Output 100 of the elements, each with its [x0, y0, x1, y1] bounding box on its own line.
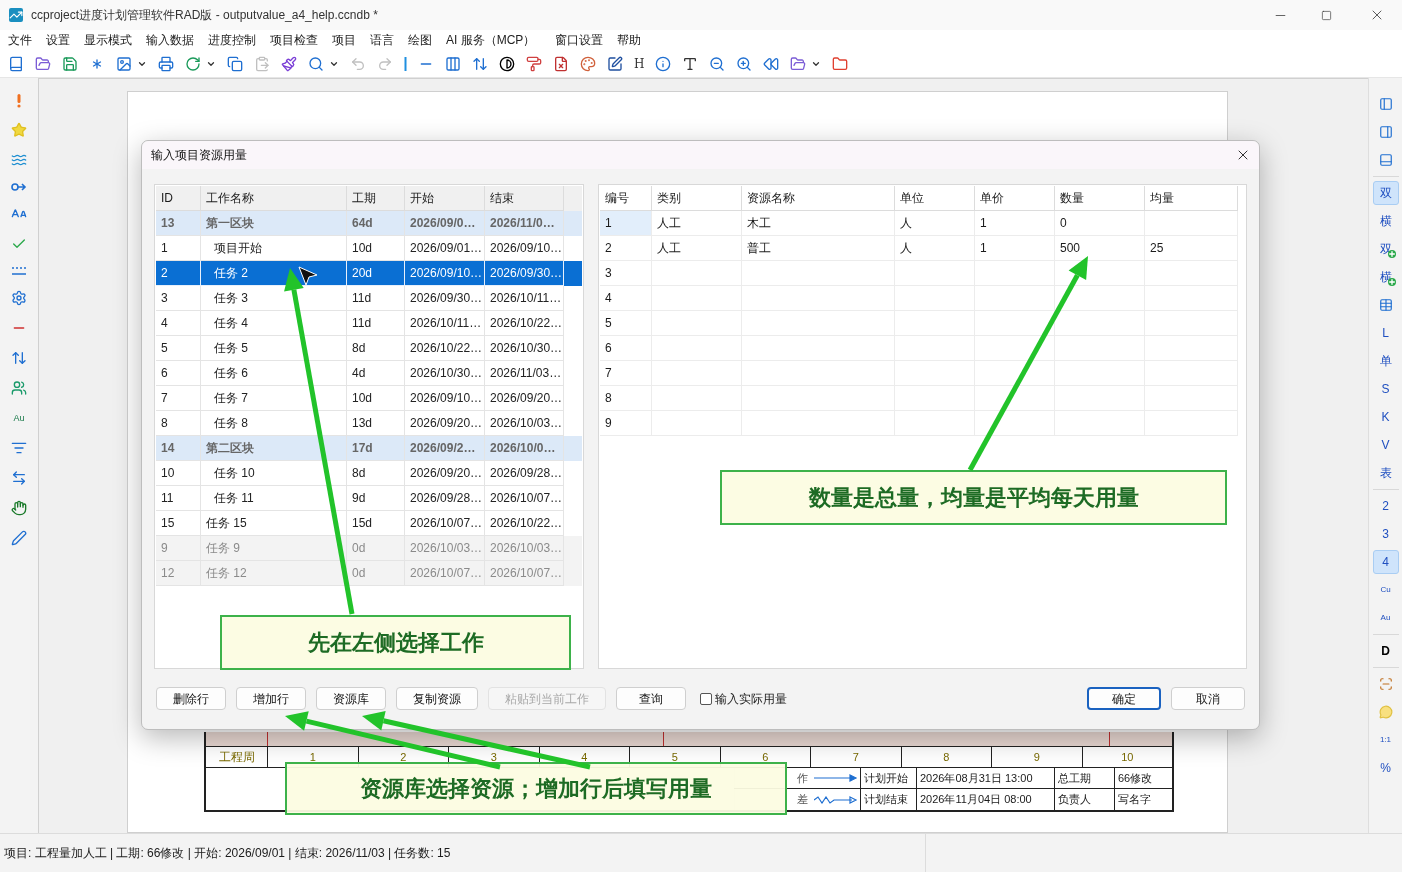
text-style-icon[interactable]: [682, 56, 699, 72]
caret-icon[interactable]: [206, 59, 216, 69]
table-cell[interactable]: 0: [1055, 211, 1145, 236]
table-cell[interactable]: 1: [975, 236, 1055, 261]
hand-icon[interactable]: [11, 500, 27, 516]
circle-arrow-icon[interactable]: [11, 182, 27, 192]
view-tool[interactable]: 2: [1372, 494, 1399, 518]
table-cell[interactable]: 3: [600, 261, 652, 286]
view-tool[interactable]: V: [1372, 433, 1399, 457]
table-cell[interactable]: 木工: [742, 211, 895, 236]
folder-icon[interactable]: [832, 56, 849, 72]
table-cell[interactable]: 1: [975, 211, 1055, 236]
users-icon[interactable]: [11, 380, 27, 396]
dialog-button[interactable]: 增加行: [236, 687, 306, 710]
copy-icon[interactable]: [227, 56, 243, 72]
zoom-out-icon[interactable]: [709, 56, 726, 72]
actual-usage-checkbox[interactable]: 输入实际用量: [700, 689, 787, 708]
panel-right-icon[interactable]: [1378, 125, 1393, 139]
speech-bubble-icon[interactable]: [1378, 705, 1393, 719]
table-cell[interactable]: 8: [600, 386, 652, 411]
frame-icon[interactable]: [1378, 677, 1393, 691]
menu-item[interactable]: 设置: [46, 31, 70, 49]
table-cell[interactable]: 5: [600, 311, 652, 336]
waves-icon[interactable]: [11, 152, 27, 168]
view-tool[interactable]: Au: [1372, 606, 1399, 630]
rewind-icon[interactable]: [763, 56, 780, 72]
folder-icon[interactable]: [790, 56, 807, 72]
view-tool[interactable]: 横: [1372, 209, 1399, 233]
table-cell[interactable]: [1055, 311, 1145, 336]
column-header[interactable]: 资源名称: [742, 186, 895, 211]
menu-item[interactable]: 项目: [332, 31, 356, 49]
pen-icon[interactable]: [11, 530, 27, 546]
table-cell[interactable]: [975, 286, 1055, 311]
table-cell[interactable]: [975, 411, 1055, 436]
filter-icon[interactable]: [11, 440, 27, 456]
view-tool[interactable]: 3: [1372, 522, 1399, 546]
table-cell[interactable]: 25: [1145, 236, 1238, 261]
task-row[interactable]: 14 第二区块 17d 2026/09/2… 2026/10/0…: [156, 436, 582, 461]
table-cell[interactable]: 6: [600, 336, 652, 361]
menu-item[interactable]: 文件: [8, 31, 32, 49]
table-cell[interactable]: 1: [600, 211, 652, 236]
printer-icon[interactable]: [158, 56, 174, 72]
menu-item[interactable]: 输入数据: [146, 31, 194, 49]
view-tool[interactable]: 单: [1372, 349, 1399, 373]
folder-icon[interactable]: [35, 56, 51, 72]
sort-icon[interactable]: [472, 56, 488, 72]
paint-roller-icon[interactable]: [526, 56, 542, 72]
edit-icon[interactable]: [607, 56, 623, 72]
vertical-line-icon[interactable]: [404, 57, 407, 71]
table-cell[interactable]: 人工: [652, 236, 742, 261]
save-icon[interactable]: [62, 56, 78, 72]
view-tool[interactable]: Cu: [1372, 578, 1399, 602]
settings-icon[interactable]: [11, 290, 27, 306]
view-tool[interactable]: %: [1372, 756, 1399, 780]
caret-icon[interactable]: [329, 59, 339, 69]
view-tool[interactable]: D: [1372, 639, 1399, 663]
table-cell[interactable]: 7: [600, 361, 652, 386]
column-header[interactable]: 类别: [652, 186, 742, 211]
table-cell[interactable]: [975, 336, 1055, 361]
columns-icon[interactable]: [445, 56, 461, 72]
menu-item[interactable]: 项目检查: [270, 31, 318, 49]
image-icon[interactable]: [116, 56, 132, 72]
menu-item[interactable]: 语言: [370, 31, 394, 49]
brush-icon[interactable]: [281, 56, 297, 72]
task-row[interactable]: 13 第一区块 64d 2026/09/0… 2026/11/0…: [156, 211, 582, 236]
table-cell[interactable]: 2: [600, 236, 652, 261]
dialog-button[interactable]: 复制资源: [396, 687, 478, 710]
star-icon[interactable]: [11, 122, 27, 138]
view-tool[interactable]: K: [1372, 405, 1399, 429]
table-cell[interactable]: [1145, 211, 1238, 236]
checkbox[interactable]: [700, 692, 712, 705]
menu-item[interactable]: 进度控制: [208, 31, 256, 49]
view-tool[interactable]: L: [1372, 321, 1399, 345]
dialog-button[interactable]: 确定: [1087, 687, 1161, 710]
table-cell[interactable]: 4: [600, 286, 652, 311]
menu-item[interactable]: 显示模式: [84, 31, 132, 49]
maximize-icon[interactable]: [1321, 9, 1332, 21]
caret-icon[interactable]: [811, 59, 822, 69]
column-header[interactable]: 数量: [1055, 186, 1145, 211]
zoom-in-icon[interactable]: [736, 56, 753, 72]
dotted-lines-icon[interactable]: [11, 266, 27, 276]
heading-tool[interactable]: H: [634, 55, 645, 73]
panel-left-icon[interactable]: [1378, 97, 1393, 111]
view-tool[interactable]: 1:1: [1372, 728, 1399, 752]
column-header[interactable]: 单价: [975, 186, 1055, 211]
menu-item[interactable]: 窗口设置: [555, 31, 604, 49]
view-tool[interactable]: 双: [1372, 181, 1399, 205]
table-cell[interactable]: 普工: [742, 236, 895, 261]
menu-item[interactable]: 帮助: [617, 31, 642, 49]
panel-bottom-icon[interactable]: [1378, 153, 1393, 167]
menu-item[interactable]: 绘图: [408, 31, 432, 49]
file-icon[interactable]: [553, 56, 569, 72]
caret-icon[interactable]: [137, 59, 147, 69]
dialog-button[interactable]: 查询: [616, 687, 686, 710]
contrast-icon[interactable]: [499, 56, 515, 72]
task-row[interactable]: 2 任务 2 20d 2026/09/10… 2026/09/30…: [156, 261, 582, 286]
book-icon[interactable]: [8, 56, 24, 72]
sort-icon[interactable]: [11, 350, 27, 366]
search-icon[interactable]: [308, 56, 324, 72]
column-header[interactable]: 单位: [895, 186, 975, 211]
